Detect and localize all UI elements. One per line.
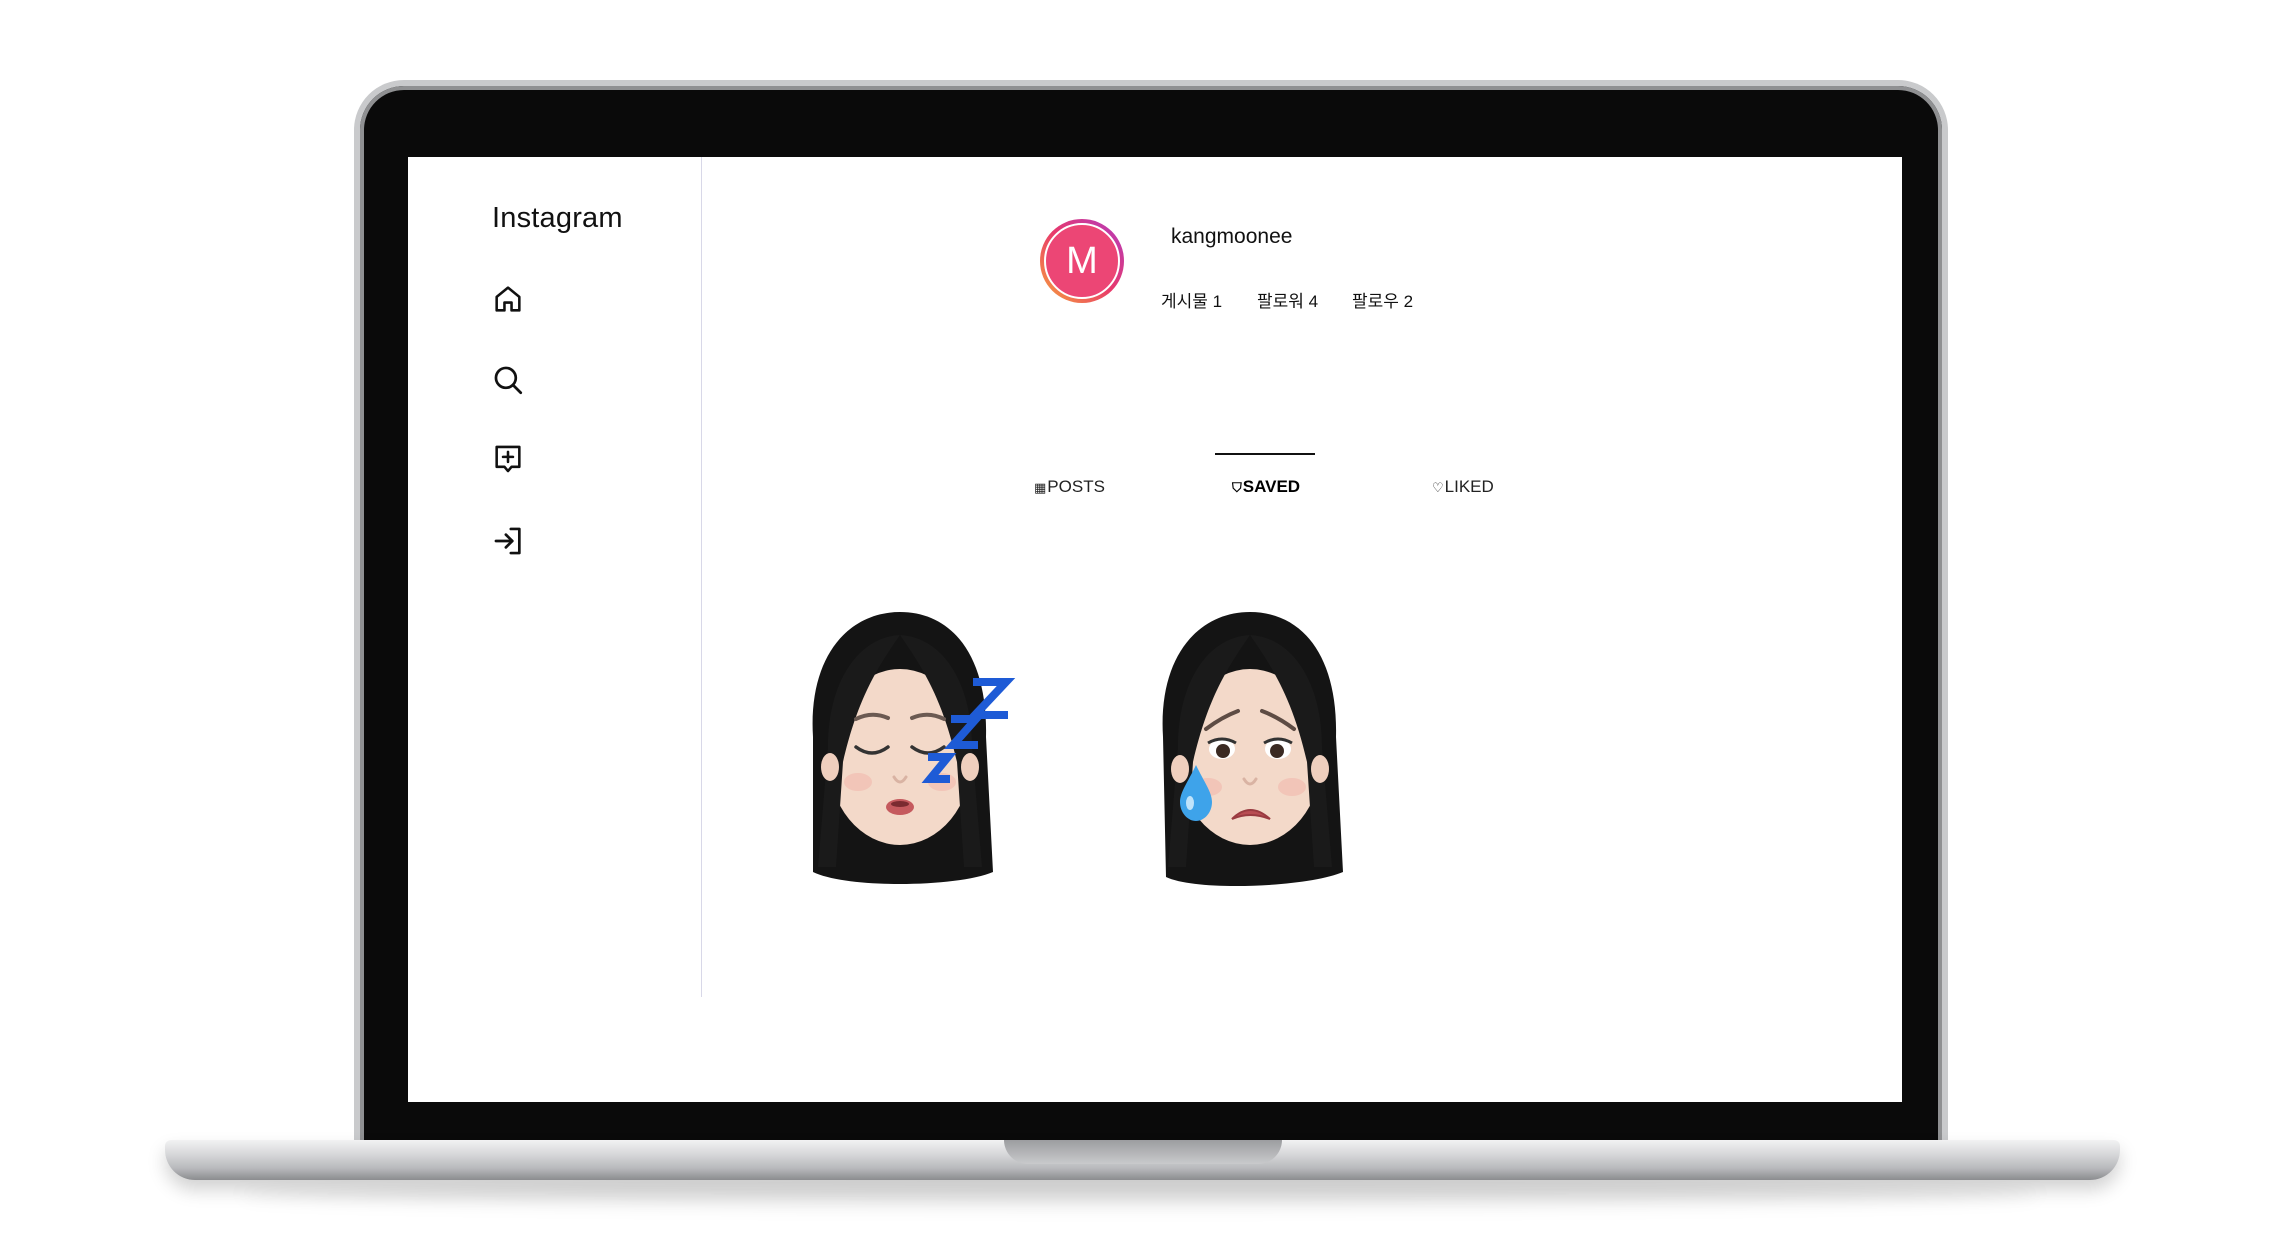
stat-followers[interactable]: 팔로워 4 (1257, 287, 1318, 312)
laptop-mockup: Instagram M kangmoonee 게시물 1 팔로워 4 팔로우 2… (0, 0, 2280, 1260)
saved-post-sleeping-memoji[interactable] (788, 597, 1018, 897)
avatar[interactable]: M (1044, 223, 1120, 299)
stat-posts[interactable]: 게시물 1 (1161, 287, 1222, 312)
tab-saved[interactable]: ⛉SAVED (1232, 477, 1300, 503)
search-icon[interactable] (491, 363, 525, 397)
active-tab-indicator (1215, 453, 1315, 455)
app-logo[interactable]: Instagram (492, 202, 623, 235)
login-icon[interactable] (491, 524, 525, 558)
tab-label: LIKED (1444, 477, 1494, 496)
tab-label: SAVED (1242, 477, 1301, 496)
stat-following[interactable]: 팔로우 2 (1352, 287, 1413, 312)
add-post-icon[interactable] (491, 442, 525, 476)
tab-posts[interactable]: ▦POSTS (1034, 477, 1105, 503)
profile-username: kangmoonee (1171, 225, 1293, 248)
tab-liked[interactable]: ♡LIKED (1432, 477, 1494, 503)
sidebar: Instagram (408, 157, 702, 997)
laptop-notch (1004, 1140, 1282, 1164)
grid-icon: ▦ (1034, 481, 1047, 496)
laptop-shadow (240, 1182, 2040, 1206)
heart-icon: ♡ (1432, 481, 1444, 496)
tab-label: POSTS (1047, 477, 1105, 496)
browser-screen: Instagram M kangmoonee 게시물 1 팔로워 4 팔로우 2… (408, 157, 1902, 1102)
home-icon[interactable] (491, 282, 525, 316)
saved-post-crying-memoji[interactable] (1138, 597, 1368, 897)
bookmark-icon: ⛉ (1232, 481, 1242, 496)
